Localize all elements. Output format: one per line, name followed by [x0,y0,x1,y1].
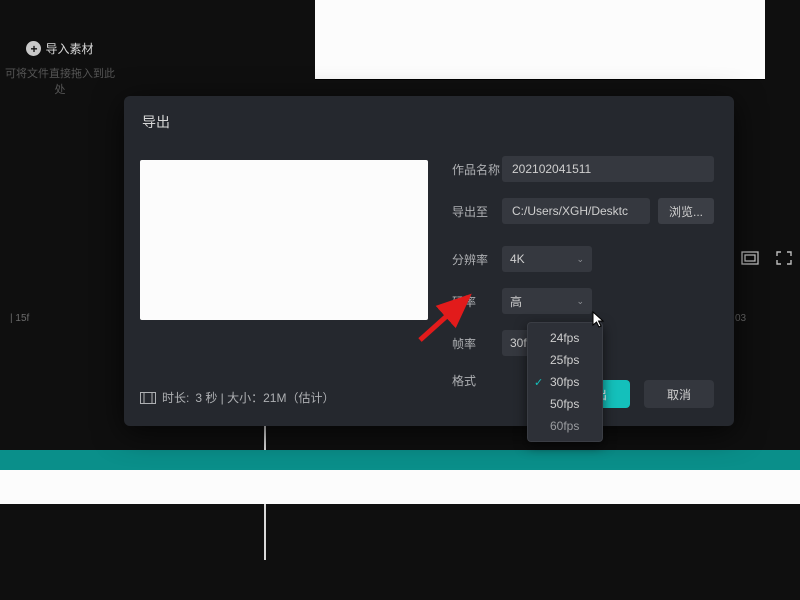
export-dialog: 导出 作品名称 202102041511 导出至 C:/Users/XGH/De… [124,96,734,426]
chevron-down-icon: ⌄ [576,254,584,265]
timeline-tracks [0,450,800,504]
browse-button[interactable]: 浏览... [658,198,714,224]
chevron-down-icon: ⌄ [576,296,584,307]
path-input[interactable]: C:/Users/XGH/Desktc [502,198,650,224]
ruler-tick: | 15f [10,313,29,324]
fps-dropdown: 24fps25fps30fps50fps60fps [527,322,603,442]
video-track[interactable] [0,470,800,504]
label-format: 格式 [452,372,502,389]
cancel-button[interactable]: 取消 [644,380,714,408]
name-input[interactable]: 202102041511 [502,156,714,182]
path-value: C:/Users/XGH/Desktc [512,204,628,218]
fullscreen-icon[interactable] [774,250,794,266]
plus-icon: + [26,41,41,56]
label-resolution: 分辨率 [452,251,502,268]
resolution-value: 4K [510,252,525,266]
audio-track[interactable] [0,450,800,470]
label-bitrate: 码率 [452,293,502,310]
preview-canvas [315,0,765,80]
fps-option[interactable]: 24fps [528,327,602,349]
label-name: 作品名称 [452,161,502,178]
fps-option[interactable]: 30fps [528,371,602,393]
import-media-button[interactable]: + 导入素材 [26,40,93,57]
export-thumbnail [140,160,428,320]
dialog-title: 导出 [124,96,734,142]
import-label: 导入素材 [45,40,93,57]
label-path: 导出至 [452,203,502,220]
name-value: 202102041511 [512,162,591,176]
export-footer: 时长: 3 秒 | 大小：21M（估计） [140,389,334,406]
footer-value: 3 秒 | 大小：21M（估计） [195,389,334,406]
resolution-select[interactable]: 4K ⌄ [502,246,592,272]
import-hint: 可将文件直接拖入到此处 [0,65,120,97]
ratio-icon[interactable] [740,250,760,266]
label-fps: 帧率 [452,335,502,352]
bitrate-value: 高 [510,293,522,310]
film-icon [140,392,156,404]
ruler-tick: 03 [735,313,746,324]
footer-prefix: 时长: [162,389,189,406]
bitrate-select[interactable]: 高 ⌄ [502,288,592,314]
fps-option[interactable]: 50fps [528,393,602,415]
preview-toolbar [740,250,794,266]
import-area: + 导入素材 可将文件直接拖入到此处 [0,40,120,97]
fps-option[interactable]: 25fps [528,349,602,371]
fps-option[interactable]: 60fps [528,415,602,437]
